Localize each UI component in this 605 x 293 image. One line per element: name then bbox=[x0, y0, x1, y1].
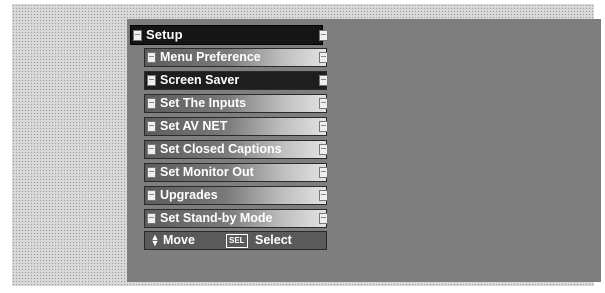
item-right-cap-icon bbox=[319, 167, 328, 178]
item-left-cap-icon bbox=[147, 52, 156, 63]
menu-item-label: Set AV NET bbox=[160, 119, 228, 133]
item-left-cap-icon bbox=[147, 190, 156, 201]
menu-title-bar: Setup bbox=[130, 25, 328, 45]
item-right-cap-icon bbox=[319, 75, 328, 86]
item-left-cap-icon bbox=[147, 213, 156, 224]
item-right-cap-icon bbox=[319, 98, 328, 109]
menu-item-set-stand-by-mode[interactable]: Set Stand-by Mode bbox=[144, 209, 328, 228]
menu-item-label: Set The Inputs bbox=[160, 96, 247, 110]
title-right-cap-icon bbox=[319, 30, 328, 41]
menu-item-label: Set Stand-by Mode bbox=[160, 211, 273, 225]
menu-title: Setup bbox=[146, 27, 183, 42]
item-right-cap-icon bbox=[319, 121, 328, 132]
setup-menu: Setup Menu Preference Screen Saver Set T… bbox=[130, 25, 328, 250]
title-left-cap-icon bbox=[133, 30, 142, 41]
menu-item-menu-preference[interactable]: Menu Preference bbox=[144, 48, 328, 67]
item-left-cap-icon bbox=[147, 98, 156, 109]
menu-item-upgrades[interactable]: Upgrades bbox=[144, 186, 328, 205]
menu-item-label: Set Monitor Out bbox=[160, 165, 254, 179]
menu-item-set-the-inputs[interactable]: Set The Inputs bbox=[144, 94, 328, 113]
move-hint: Move bbox=[163, 233, 195, 247]
menu-item-screen-saver[interactable]: Screen Saver bbox=[144, 71, 328, 90]
menu-item-set-closed-captions[interactable]: Set Closed Captions bbox=[144, 140, 328, 159]
select-hint: Select bbox=[255, 233, 292, 247]
item-right-cap-icon bbox=[319, 213, 328, 224]
sel-key-icon: SEL bbox=[226, 234, 248, 248]
up-down-arrows-icon: ▲ ▼ bbox=[150, 232, 160, 248]
item-right-cap-icon bbox=[319, 144, 328, 155]
key-hint-bar: ▲ ▼ Move SEL Select bbox=[144, 231, 327, 250]
menu-item-label: Upgrades bbox=[160, 188, 218, 202]
item-left-cap-icon bbox=[147, 75, 156, 86]
menu-item-set-monitor-out[interactable]: Set Monitor Out bbox=[144, 163, 328, 182]
item-left-cap-icon bbox=[147, 144, 156, 155]
menu-item-label: Set Closed Captions bbox=[160, 142, 282, 156]
item-right-cap-icon bbox=[319, 52, 328, 63]
item-left-cap-icon bbox=[147, 167, 156, 178]
item-right-cap-icon bbox=[319, 190, 328, 201]
item-left-cap-icon bbox=[147, 121, 156, 132]
menu-item-label: Screen Saver bbox=[160, 73, 240, 87]
menu-item-set-av-net[interactable]: Set AV NET bbox=[144, 117, 328, 136]
menu-item-label: Menu Preference bbox=[160, 50, 261, 64]
